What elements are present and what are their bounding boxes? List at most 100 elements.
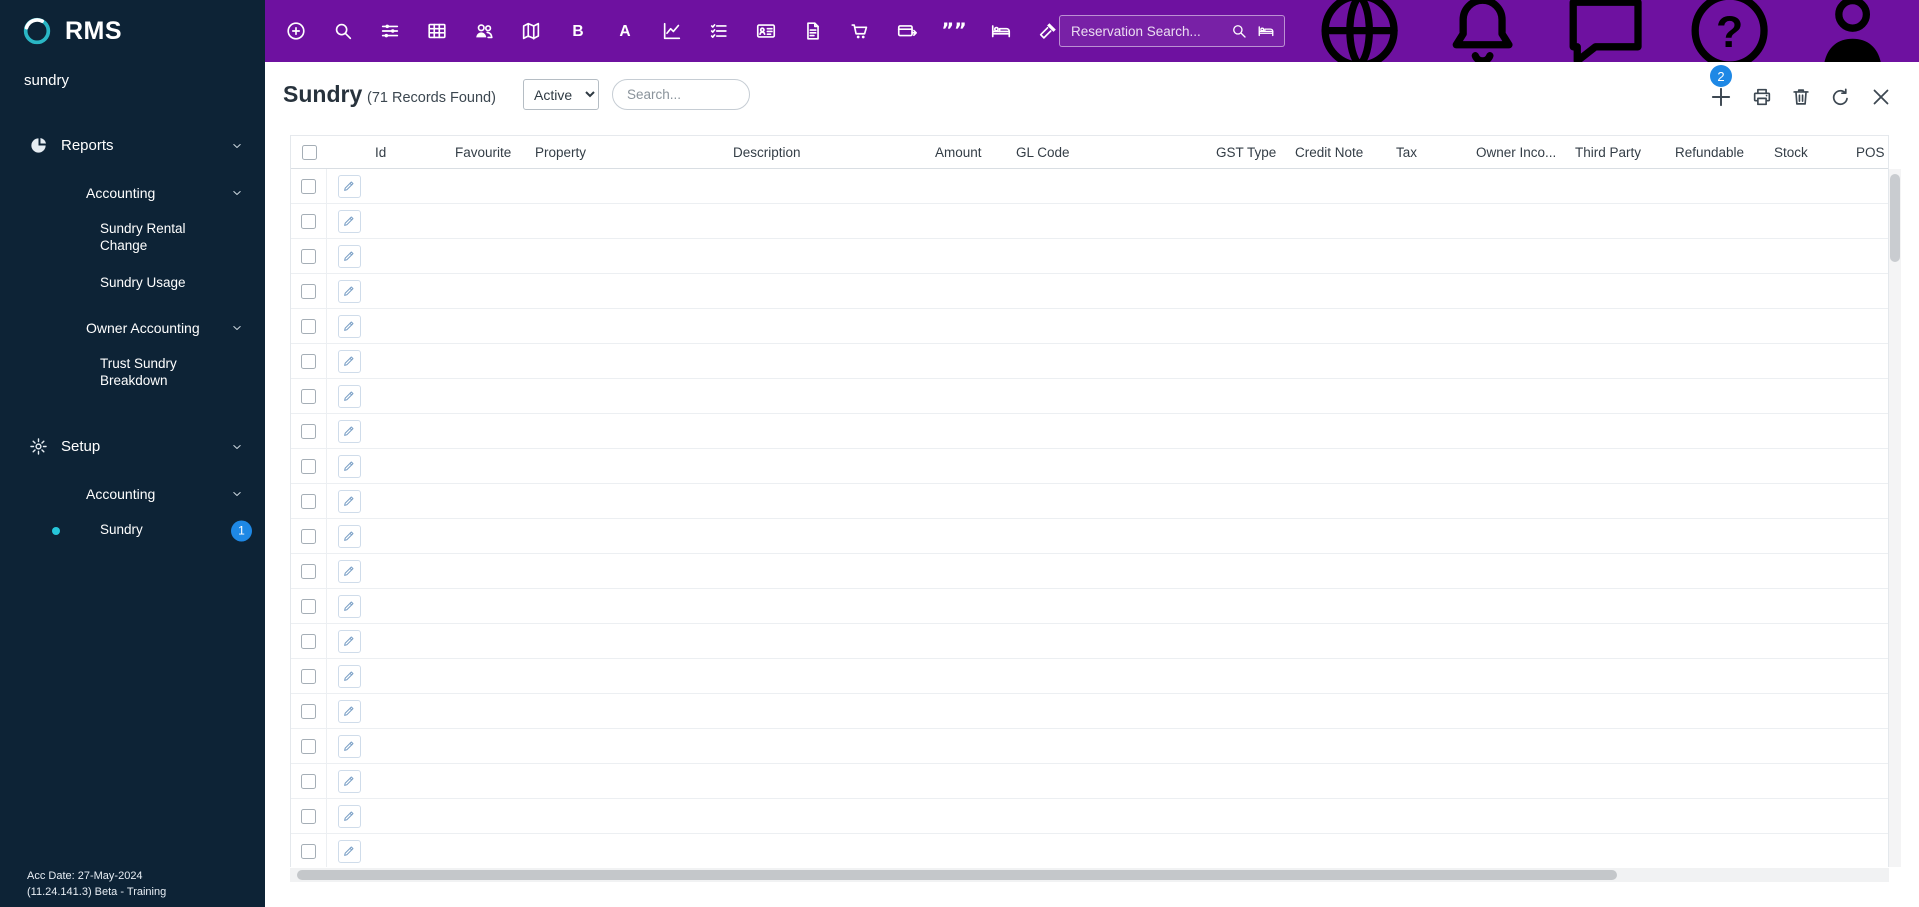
sidebar-item-accounting[interactable]: Accounting (0, 175, 265, 211)
reservation-search-input[interactable] (1071, 23, 1221, 39)
map-icon[interactable] (520, 20, 542, 42)
column-header-amount[interactable]: Amount (931, 145, 1012, 160)
search-icon[interactable] (722, 87, 738, 103)
sidebar-item-reports[interactable]: Reports (0, 124, 265, 167)
search-icon[interactable] (1230, 22, 1248, 40)
app-logo[interactable]: RMS (0, 0, 265, 62)
id-card-icon[interactable] (755, 20, 777, 42)
edit-row-button[interactable] (337, 559, 361, 583)
chevron-down-icon[interactable] (230, 487, 244, 501)
edit-row-button[interactable] (337, 384, 361, 408)
edit-row-button[interactable] (337, 839, 361, 863)
edit-row-button[interactable] (337, 454, 361, 478)
edit-row-button[interactable] (337, 804, 361, 828)
chevron-down-icon[interactable] (230, 186, 244, 200)
status-filter-select[interactable]: Active (523, 79, 599, 110)
search-icon[interactable] (332, 20, 354, 42)
cart-icon[interactable] (849, 20, 871, 42)
column-header-description[interactable]: Description (729, 145, 931, 160)
row-checkbox[interactable] (301, 493, 316, 509)
edit-row-button[interactable] (337, 594, 361, 618)
column-header-favourite[interactable]: Favourite (451, 145, 531, 160)
chevron-down-icon[interactable] (230, 139, 244, 153)
edit-row-button[interactable] (337, 769, 361, 793)
column-header-refundable[interactable]: Refundable (1671, 145, 1770, 160)
column-header-tax[interactable]: Tax (1392, 145, 1472, 160)
edit-row-button[interactable] (337, 244, 361, 268)
tools-icon[interactable] (1037, 20, 1059, 42)
column-header-third-party[interactable]: Third Party (1571, 145, 1671, 160)
row-checkbox[interactable] (301, 773, 316, 789)
edit-row-button[interactable] (337, 734, 361, 758)
column-header-owner-inco[interactable]: Owner Inco... (1472, 145, 1571, 160)
column-header-id[interactable]: Id (371, 145, 451, 160)
row-checkbox[interactable] (301, 843, 316, 859)
sidebar-item-setup[interactable]: Setup (0, 425, 265, 468)
edit-row-button[interactable] (337, 699, 361, 723)
printer-button[interactable] (1751, 86, 1773, 113)
horizontal-scrollbar[interactable] (290, 868, 1889, 882)
row-checkbox[interactable] (301, 668, 316, 684)
row-checkbox[interactable] (301, 318, 316, 334)
row-checkbox[interactable] (301, 283, 316, 299)
vertical-scrollbar-thumb[interactable] (1890, 174, 1900, 262)
vertical-scrollbar[interactable] (1889, 169, 1901, 867)
row-checkbox[interactable] (301, 248, 316, 264)
chevron-down-icon[interactable] (230, 440, 244, 454)
plus-button[interactable]: 2 (1708, 65, 1734, 115)
trash-button[interactable] (1790, 86, 1812, 113)
row-checkbox[interactable] (301, 528, 316, 544)
edit-row-button[interactable] (337, 664, 361, 688)
row-checkbox[interactable] (301, 423, 316, 439)
report-icon[interactable] (802, 20, 824, 42)
bed-icon[interactable] (1257, 22, 1275, 40)
edit-row-button[interactable] (337, 419, 361, 443)
row-checkbox[interactable] (301, 388, 316, 404)
quotes-icon[interactable]: ”” (943, 20, 965, 42)
row-checkbox[interactable] (301, 633, 316, 649)
sidebar-item-accounting[interactable]: Accounting (0, 476, 265, 512)
row-checkbox[interactable] (301, 353, 316, 369)
letter-b-icon[interactable]: B (567, 20, 589, 42)
row-checkbox[interactable] (301, 178, 316, 194)
sidebar-item-sundry-usage[interactable]: Sundry Usage (0, 265, 265, 302)
row-checkbox[interactable] (301, 598, 316, 614)
select-all-checkbox[interactable] (301, 144, 317, 160)
column-header-gst-type[interactable]: GST Type (1212, 145, 1291, 160)
edit-row-button[interactable] (337, 524, 361, 548)
column-header-property[interactable]: Property (531, 145, 729, 160)
refresh-button[interactable] (1829, 86, 1852, 114)
sidebar-item-sundry[interactable]: Sundry 1 (0, 512, 265, 549)
edit-row-button[interactable] (337, 489, 361, 513)
column-header-pos[interactable]: POS (1852, 145, 1890, 160)
close-button[interactable] (1869, 85, 1893, 114)
filters-icon[interactable] (379, 20, 401, 42)
column-header-gl-code[interactable]: GL Code (1012, 145, 1212, 160)
horizontal-scrollbar-thumb[interactable] (297, 870, 1617, 880)
sidebar-item-trust-sundry-breakdown[interactable]: Trust Sundry Breakdown (0, 346, 265, 400)
table-search-input[interactable] (627, 87, 716, 102)
letter-a-icon[interactable]: A (614, 20, 636, 42)
column-header-stock[interactable]: Stock (1770, 145, 1852, 160)
line-chart-icon[interactable] (661, 20, 683, 42)
edit-row-button[interactable] (337, 174, 361, 198)
booking-chart-icon[interactable] (426, 20, 448, 42)
row-checkbox[interactable] (301, 213, 316, 229)
sidebar-item-owner-accounting[interactable]: Owner Accounting (0, 310, 265, 346)
row-checkbox[interactable] (301, 703, 316, 719)
row-checkbox[interactable] (301, 738, 316, 754)
checklist-icon[interactable] (708, 20, 730, 42)
guests-icon[interactable] (473, 20, 495, 42)
chevron-down-icon[interactable] (230, 321, 244, 335)
sidebar-item-sundry-rental-change[interactable]: Sundry Rental Change (0, 211, 265, 265)
add-circle-icon[interactable] (285, 20, 307, 42)
row-checkbox[interactable] (301, 563, 316, 579)
bed-icon[interactable] (990, 20, 1012, 42)
edit-row-button[interactable] (337, 349, 361, 373)
menu-search-input[interactable] (24, 72, 241, 89)
row-checkbox[interactable] (301, 458, 316, 474)
edit-row-button[interactable] (337, 209, 361, 233)
edit-row-button[interactable] (337, 629, 361, 653)
column-header-credit-note[interactable]: Credit Note (1291, 145, 1392, 160)
payment-icon[interactable] (896, 20, 918, 42)
